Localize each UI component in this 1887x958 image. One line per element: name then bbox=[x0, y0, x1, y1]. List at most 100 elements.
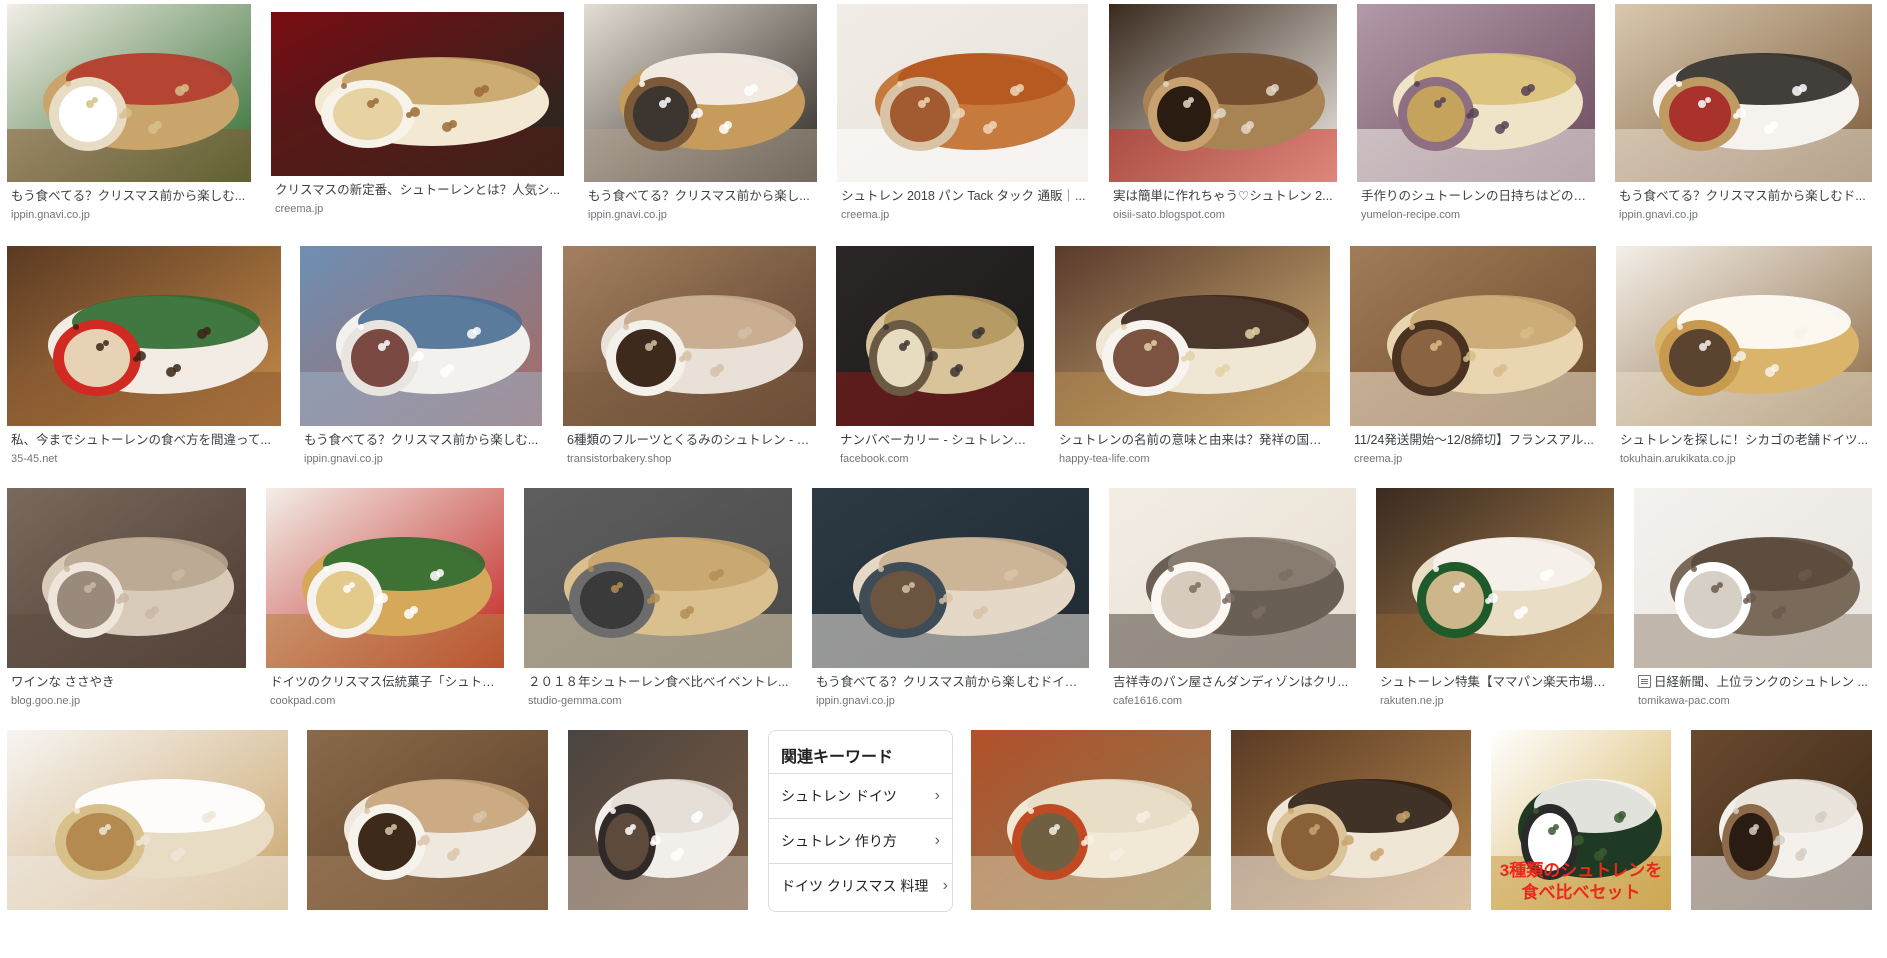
image-result[interactable] bbox=[568, 730, 748, 958]
result-thumbnail[interactable] bbox=[584, 4, 817, 182]
image-result[interactable]: 手作りのシュトーレンの日持ちはどのく... yumelon-recipe.com bbox=[1357, 4, 1595, 230]
image-result[interactable] bbox=[307, 730, 548, 958]
result-thumbnail[interactable] bbox=[1634, 488, 1872, 668]
result-thumbnail[interactable] bbox=[307, 730, 548, 910]
result-title[interactable]: もう食べてる？クリスマス前から楽しむドイツ... bbox=[816, 674, 1087, 690]
image-result[interactable] bbox=[1691, 730, 1872, 958]
result-title[interactable]: もう食べてる？クリスマス前から楽しむ... bbox=[11, 188, 249, 204]
result-source-domain: ippin.gnavi.co.jp bbox=[304, 453, 383, 465]
related-keyword-label: ドイツ クリスマス 料理 bbox=[781, 878, 929, 894]
result-title-text: シュトレンの名前の意味と由来は？発祥の国と... bbox=[1059, 433, 1328, 447]
image-result[interactable]: ナンバベーカリー - シュトレン切... facebook.com bbox=[836, 246, 1034, 474]
result-thumbnail[interactable] bbox=[1615, 4, 1872, 182]
image-result[interactable]: もう食べてる？クリスマス前から楽しむ... ippin.gnavi.co.jp bbox=[300, 246, 542, 474]
image-result[interactable]: シュトーレン特集【ママパン楽天市場店... rakuten.ne.jp bbox=[1376, 488, 1614, 716]
result-source-domain: ippin.gnavi.co.jp bbox=[588, 209, 667, 221]
result-title-text: 手作りのシュトーレンの日持ちはどのく... bbox=[1361, 189, 1593, 203]
result-title[interactable]: クリスマスの新定番、シュトーレンとは？人気シ... bbox=[275, 182, 562, 198]
image-result[interactable]: シュトレンを探しに！シカゴの老舗ドイツ... tokuhain.arukikata… bbox=[1616, 246, 1872, 474]
result-title-text: シュトーレン特集【ママパン楽天市場店... bbox=[1380, 675, 1612, 689]
result-title[interactable]: 実は簡単に作れちゃう♡シュトレン 2... bbox=[1113, 188, 1335, 204]
result-thumbnail[interactable] bbox=[1109, 4, 1337, 182]
image-result[interactable]: 日経新聞、上位ランクのシュトレン ... tomikawa-pac.com bbox=[1634, 488, 1872, 716]
ad-caption-line2: 食べ比べセット bbox=[1521, 883, 1641, 902]
related-keyword-doitsu-christmas-ryouri[interactable]: ドイツ クリスマス 料理 › bbox=[769, 863, 952, 908]
image-result[interactable]: 私、今までシュトーレンの食べ方を間違って... 35-45.net bbox=[7, 246, 281, 474]
result-title[interactable]: ドイツのクリスマス伝統菓子「シュトレ... bbox=[270, 674, 502, 690]
result-thumbnail[interactable] bbox=[563, 246, 816, 426]
result-title[interactable]: もう食べてる？クリスマス前から楽しむド... bbox=[1619, 188, 1870, 204]
result-title[interactable]: シュトレンを探しに！シカゴの老舗ドイツ... bbox=[1620, 432, 1870, 448]
image-result[interactable]: ２０１８年シュトーレン食べ比べイベントレ... studio-gemma.com bbox=[524, 488, 792, 716]
related-keyword-shutoren-doitsu[interactable]: シュトレン ドイツ › bbox=[769, 773, 952, 818]
result-thumbnail[interactable] bbox=[300, 246, 542, 426]
result-thumbnail[interactable] bbox=[812, 488, 1089, 668]
image-result[interactable] bbox=[971, 730, 1211, 958]
image-result[interactable]: ワインな ささやき blog.goo.ne.jp bbox=[7, 488, 246, 716]
result-thumbnail[interactable] bbox=[1616, 246, 1872, 426]
result-thumbnail[interactable] bbox=[971, 730, 1211, 910]
image-result[interactable] bbox=[1231, 730, 1471, 958]
image-result[interactable]: ドイツのクリスマス伝統菓子「シュトレ... cookpad.com bbox=[266, 488, 504, 716]
result-thumbnail[interactable] bbox=[7, 4, 251, 182]
image-result[interactable]: 吉祥寺のパン屋さんダンディゾンはクリ... cafe1616.com bbox=[1109, 488, 1356, 716]
result-thumbnail[interactable] bbox=[1691, 730, 1872, 910]
image-result[interactable]: シュトレン 2018 パン Tack タック 通販｜... creema.jp bbox=[837, 4, 1088, 230]
result-title[interactable]: 日経新聞、上位ランクのシュトレン ... bbox=[1638, 674, 1870, 690]
image-result[interactable]: もう食べてる？クリスマス前から楽しむドイツ... ippin.gnavi.co.j… bbox=[812, 488, 1089, 716]
result-title[interactable]: 6種類のフルーツとくるみのシュトレン - ト... bbox=[567, 432, 814, 448]
result-title[interactable]: ナンバベーカリー - シュトレン切... bbox=[840, 432, 1032, 448]
result-thumbnail[interactable] bbox=[1376, 488, 1614, 668]
image-result[interactable]: シュトレンの名前の意味と由来は？発祥の国と... happy-tea-life.c… bbox=[1055, 246, 1330, 474]
result-title[interactable]: 11/24発送開始〜12/8締切】フランスアル... bbox=[1354, 432, 1594, 448]
image-result[interactable]: もう食べてる？クリスマス前から楽しむ... ippin.gnavi.co.jp bbox=[7, 4, 251, 230]
result-title-text: 私、今までシュトーレンの食べ方を間違って... bbox=[11, 433, 271, 447]
result-thumbnail[interactable] bbox=[1231, 730, 1471, 910]
result-title-text: ドイツのクリスマス伝統菓子「シュトレ... bbox=[270, 675, 502, 689]
result-thumbnail[interactable] bbox=[1055, 246, 1330, 426]
result-thumbnail[interactable] bbox=[7, 488, 246, 668]
result-title[interactable]: 私、今までシュトーレンの食べ方を間違って... bbox=[11, 432, 279, 448]
chevron-right-icon: › bbox=[942, 877, 948, 894]
result-source-domain: transistorbakery.shop bbox=[567, 453, 672, 465]
result-source-domain: facebook.com bbox=[840, 453, 909, 465]
result-title-text: 11/24発送開始〜12/8締切】フランスアル... bbox=[1354, 433, 1594, 447]
image-result[interactable]: 6種類のフルーツとくるみのシュトレン - ト... transistorbaker… bbox=[563, 246, 816, 474]
chevron-right-icon: › bbox=[934, 832, 940, 849]
image-result[interactable] bbox=[7, 730, 288, 958]
result-title[interactable]: シュトレンの名前の意味と由来は？発祥の国と... bbox=[1059, 432, 1328, 448]
result-title[interactable]: 手作りのシュトーレンの日持ちはどのく... bbox=[1361, 188, 1593, 204]
result-title[interactable]: もう食べてる？クリスマス前から楽しむ... bbox=[304, 432, 540, 448]
result-title[interactable]: ２０１８年シュトーレン食べ比べイベントレ... bbox=[528, 674, 790, 690]
result-source-domain: blog.goo.ne.jp bbox=[11, 695, 81, 707]
result-source-domain: ippin.gnavi.co.jp bbox=[816, 695, 895, 707]
result-thumbnail[interactable] bbox=[7, 246, 281, 426]
result-title[interactable]: シュトレン 2018 パン Tack タック 通販｜... bbox=[841, 188, 1086, 204]
result-thumbnail[interactable] bbox=[266, 488, 504, 668]
image-result[interactable]: もう食べてる？クリスマス前から楽しむド... ippin.gnavi.co.jp bbox=[1615, 4, 1872, 230]
result-title[interactable]: もう食べてる？クリスマス前から楽し... bbox=[588, 188, 815, 204]
image-result[interactable]: 11/24発送開始〜12/8締切】フランスアル... creema.jp bbox=[1350, 246, 1596, 474]
result-thumbnail[interactable] bbox=[524, 488, 792, 668]
result-title[interactable]: シュトーレン特集【ママパン楽天市場店... bbox=[1380, 674, 1612, 690]
image-result[interactable]: 実は簡単に作れちゃう♡シュトレン 2... oisii-sato.blogspot… bbox=[1109, 4, 1337, 230]
result-title-text: もう食べてる？クリスマス前から楽しむ... bbox=[304, 433, 539, 447]
image-result[interactable]: 3種類のシュトレンを 食べ比べセット bbox=[1491, 730, 1671, 958]
related-keyword-shutoren-tsukurikata[interactable]: シュトレン 作り方 › bbox=[769, 818, 952, 863]
result-thumbnail[interactable] bbox=[836, 246, 1034, 426]
image-result[interactable]: もう食べてる？クリスマス前から楽し... ippin.gnavi.co.jp bbox=[584, 4, 817, 230]
result-thumbnail[interactable] bbox=[568, 730, 748, 910]
result-thumbnail[interactable] bbox=[1350, 246, 1596, 426]
result-title-text: もう食べてる？クリスマス前から楽しむドイツ... bbox=[816, 675, 1087, 689]
result-title[interactable]: 吉祥寺のパン屋さんダンディゾンはクリ... bbox=[1113, 674, 1354, 690]
result-source-domain: cookpad.com bbox=[270, 695, 336, 707]
result-thumbnail[interactable] bbox=[1357, 4, 1595, 182]
result-title[interactable]: ワインな ささやき bbox=[11, 674, 244, 690]
result-thumbnail[interactable] bbox=[7, 730, 288, 910]
result-thumbnail[interactable] bbox=[837, 4, 1088, 182]
result-thumbnail[interactable] bbox=[1109, 488, 1356, 668]
result-thumbnail[interactable] bbox=[271, 12, 564, 176]
result-source-domain: ippin.gnavi.co.jp bbox=[1619, 209, 1698, 221]
result-title-text: ２０１８年シュトーレン食べ比べイベントレ... bbox=[528, 675, 789, 689]
image-result[interactable]: クリスマスの新定番、シュトーレンとは？人気シ... creema.jp bbox=[271, 12, 564, 224]
